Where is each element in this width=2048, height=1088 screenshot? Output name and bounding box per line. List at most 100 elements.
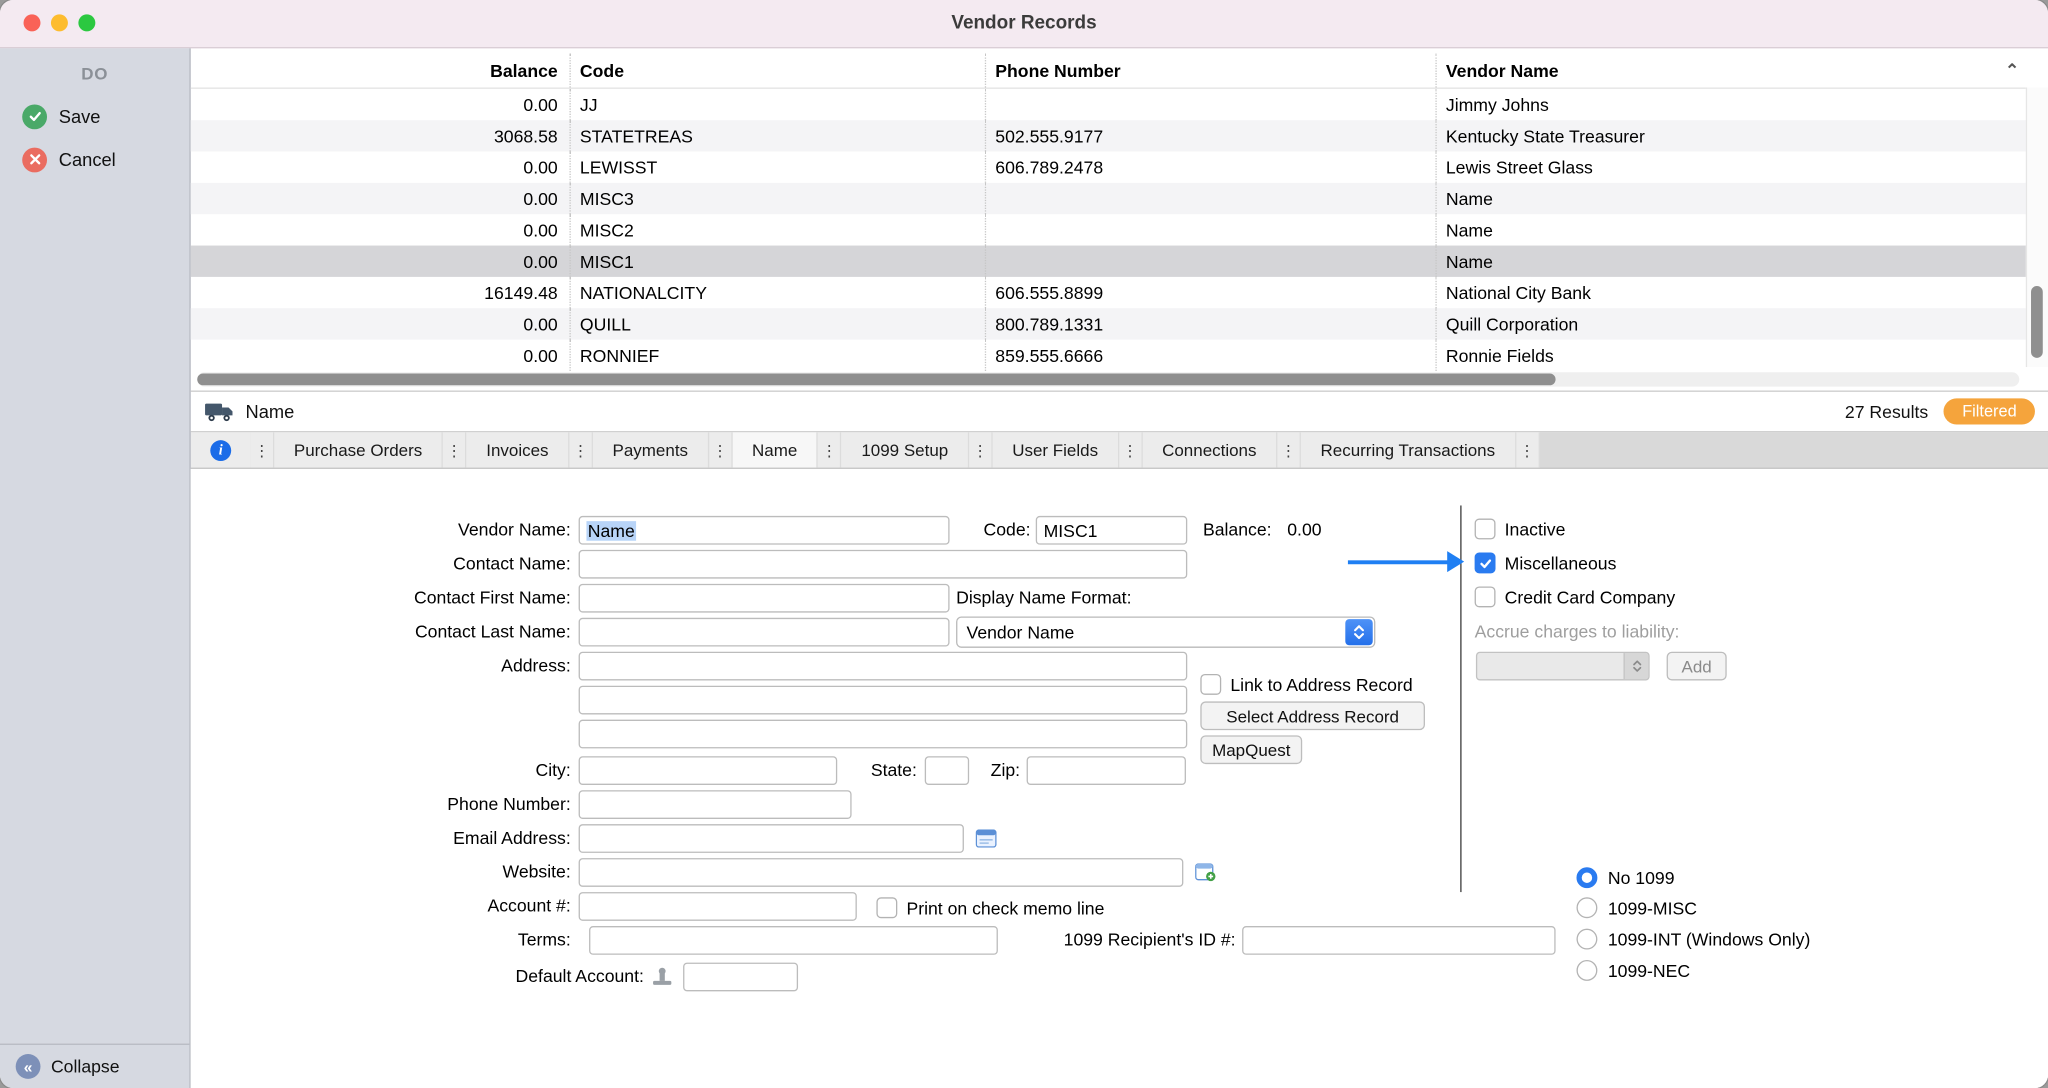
- tab-name[interactable]: Name: [732, 432, 818, 467]
- cell-code: MISC1: [569, 246, 984, 277]
- table-row[interactable]: 3068.58 STATETREAS 502.555.9177 Kentucky…: [191, 120, 2027, 151]
- tab-menu-icon[interactable]: [1516, 432, 1540, 467]
- vertical-scrollbar-thumb[interactable]: [2031, 286, 2043, 358]
- mapquest-button[interactable]: MapQuest: [1200, 735, 1302, 764]
- account-number-input[interactable]: [579, 892, 857, 921]
- liability-account-dropdown[interactable]: [1476, 652, 1650, 681]
- tab-menu-icon[interactable]: [1277, 432, 1301, 467]
- default-account-input[interactable]: [683, 963, 798, 992]
- radio-no-1099-label: No 1099: [1608, 868, 1675, 888]
- city-input[interactable]: [579, 756, 838, 785]
- email-address-label: Email Address:: [257, 824, 570, 853]
- cell-balance: 3068.58: [191, 120, 570, 151]
- table-row[interactable]: 0.00 JJ Jimmy Johns: [191, 89, 2027, 120]
- balance-label: Balance:: [1203, 516, 1272, 545]
- address-line1-input[interactable]: [579, 652, 1188, 681]
- balance-value: 0.00: [1287, 516, 1321, 545]
- sort-ascending-icon[interactable]: ⌃: [2005, 60, 2019, 81]
- info-button[interactable]: i: [191, 432, 251, 467]
- radio-1099-nec[interactable]: 1099-NEC: [1576, 960, 1690, 981]
- address-line2-input[interactable]: [579, 686, 1188, 715]
- add-liability-button[interactable]: Add: [1667, 652, 1727, 681]
- tab-menu-icon[interactable]: [443, 432, 467, 467]
- open-website-icon[interactable]: [1194, 861, 1218, 885]
- vertical-scrollbar[interactable]: [2026, 88, 2048, 368]
- contact-last-name-input[interactable]: [579, 618, 950, 647]
- cell-vendor: Ronnie Fields: [1435, 340, 2027, 371]
- vendor-name-input[interactable]: Name: [579, 516, 950, 545]
- tab-menu-icon[interactable]: [569, 432, 593, 467]
- cancel-button[interactable]: Cancel: [22, 145, 189, 174]
- tab-bar: i Purchase Orders Invoices Payments Name…: [191, 432, 2048, 469]
- cell-balance: 0.00: [191, 340, 570, 371]
- recipient-id-input[interactable]: [1242, 926, 1555, 955]
- compose-email-icon[interactable]: [974, 827, 998, 851]
- table-row[interactable]: 0.00 MISC2 Name: [191, 214, 2027, 245]
- tab-menu-icon[interactable]: [1119, 432, 1143, 467]
- account-stamp-icon[interactable]: [650, 965, 674, 989]
- website-input[interactable]: [579, 858, 1184, 887]
- cell-phone: [985, 89, 1436, 120]
- tab-recurring-transactions[interactable]: Recurring Transactions: [1301, 432, 1516, 467]
- tab-invoices[interactable]: Invoices: [467, 432, 570, 467]
- close-button[interactable]: [24, 14, 41, 31]
- display-name-format-dropdown[interactable]: Vendor Name: [956, 616, 1375, 647]
- table-row[interactable]: 0.00 QUILL 800.789.1331 Quill Corporatio…: [191, 308, 2027, 339]
- cancel-label: Cancel: [59, 149, 116, 170]
- radio-1099-int[interactable]: 1099-INT (Windows Only): [1576, 929, 1810, 950]
- table-row[interactable]: 16149.48 NATIONALCITY 606.555.8899 Natio…: [191, 277, 2027, 308]
- tab-payments[interactable]: Payments: [593, 432, 709, 467]
- tab-menu-icon[interactable]: [818, 432, 842, 467]
- horizontal-scrollbar-thumb[interactable]: [197, 374, 1555, 386]
- cell-vendor: Name: [1435, 214, 2027, 245]
- inactive-checkbox[interactable]: Inactive: [1475, 517, 1566, 541]
- print-check-memo-checkbox[interactable]: Print on check memo line: [876, 896, 1104, 920]
- table-row-selected[interactable]: 0.00 MISC1 Name: [191, 246, 2027, 277]
- contact-name-input[interactable]: [579, 550, 1188, 579]
- state-input[interactable]: [925, 756, 969, 785]
- tab-menu-icon[interactable]: [969, 432, 993, 467]
- contact-name-label: Contact Name:: [257, 550, 570, 579]
- column-header-code[interactable]: Code: [569, 54, 984, 88]
- miscellaneous-checkbox[interactable]: Miscellaneous: [1475, 551, 1617, 575]
- radio-no-1099[interactable]: No 1099: [1576, 867, 1674, 888]
- phone-number-input[interactable]: [579, 790, 852, 819]
- column-header-phone[interactable]: Phone Number: [985, 54, 1436, 88]
- tab-menu-icon[interactable]: [251, 432, 275, 467]
- checkbox-checked-icon: [1475, 552, 1496, 573]
- radio-selected-icon: [1576, 867, 1597, 888]
- filtered-badge[interactable]: Filtered: [1944, 398, 2035, 424]
- zip-input[interactable]: [1027, 756, 1186, 785]
- table-body: 0.00 JJ Jimmy Johns 3068.58 STATETREAS 5…: [191, 89, 2048, 371]
- column-header-balance[interactable]: Balance: [191, 54, 570, 88]
- collapse-chevrons-icon: «: [16, 1054, 41, 1079]
- code-input[interactable]: [1036, 516, 1188, 545]
- collapse-button[interactable]: « Collapse: [0, 1044, 189, 1088]
- table-row[interactable]: 0.00 MISC3 Name: [191, 183, 2027, 214]
- radio-1099-misc[interactable]: 1099-MISC: [1576, 897, 1697, 918]
- tab-menu-icon[interactable]: [709, 432, 733, 467]
- credit-card-company-checkbox[interactable]: Credit Card Company: [1475, 585, 1676, 609]
- select-address-record-button[interactable]: Select Address Record: [1200, 701, 1425, 730]
- terms-label: Terms:: [257, 926, 570, 955]
- table-row[interactable]: 0.00 RONNIEF 859.555.6666 Ronnie Fields: [191, 340, 2027, 371]
- tab-purchase-orders[interactable]: Purchase Orders: [274, 432, 443, 467]
- address-line3-input[interactable]: [579, 720, 1188, 749]
- zoom-button[interactable]: [78, 14, 95, 31]
- radio-1099-nec-label: 1099-NEC: [1608, 961, 1690, 981]
- email-address-input[interactable]: [579, 824, 964, 853]
- contact-first-name-input[interactable]: [579, 584, 950, 613]
- link-address-record-checkbox[interactable]: Link to Address Record: [1200, 673, 1412, 697]
- tab-1099-setup[interactable]: 1099 Setup: [842, 432, 969, 467]
- column-header-vendor[interactable]: Vendor Name ⌃: [1435, 54, 2027, 88]
- cell-vendor: National City Bank: [1435, 277, 2027, 308]
- table-row[interactable]: 0.00 LEWISST 606.789.2478 Lewis Street G…: [191, 152, 2027, 183]
- tab-user-fields[interactable]: User Fields: [993, 432, 1119, 467]
- cell-phone: 502.555.9177: [985, 120, 1436, 151]
- window-title: Vendor Records: [0, 13, 2048, 34]
- print-check-memo-label: Print on check memo line: [906, 898, 1104, 918]
- minimize-button[interactable]: [51, 14, 68, 31]
- tab-connections[interactable]: Connections: [1143, 432, 1278, 467]
- save-button[interactable]: Save: [22, 102, 189, 131]
- horizontal-scrollbar[interactable]: [197, 372, 2019, 386]
